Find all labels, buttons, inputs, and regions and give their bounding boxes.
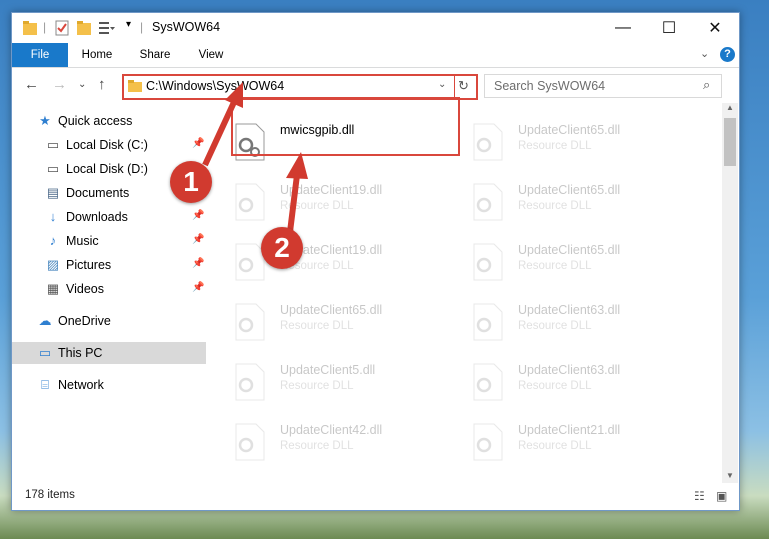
arrow-2-head [286, 152, 308, 179]
annotation-arrows [202, 82, 308, 233]
arrow-2 [287, 174, 300, 233]
step-2-badge: 2 [261, 227, 303, 269]
step-1-badge: 1 [170, 161, 212, 203]
arrow-1 [202, 98, 238, 167]
